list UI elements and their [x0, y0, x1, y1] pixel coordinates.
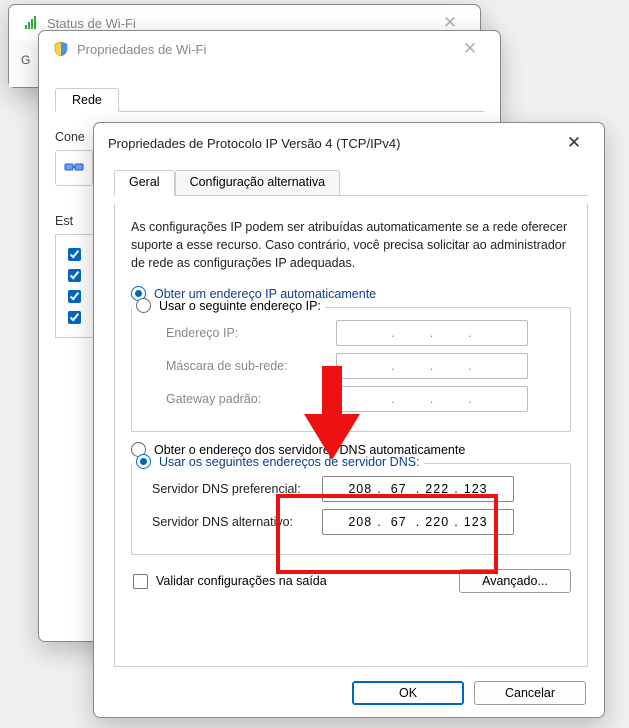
- close-button[interactable]: ✕: [554, 125, 594, 161]
- tabs: Rede: [55, 85, 484, 112]
- tab-alternate-config[interactable]: Configuração alternativa: [175, 170, 341, 196]
- cancel-button[interactable]: Cancelar: [474, 681, 586, 705]
- dns-alternate-row: Servidor DNS alternativo: 208. 67. 220. …: [152, 509, 558, 535]
- ip-address-row: Endereço IP: ...: [166, 320, 558, 346]
- gateway-row: Gateway padrão: ...: [166, 386, 558, 412]
- dns-manual-group: Usar os seguintes endereços de servidor …: [131, 463, 571, 555]
- radio-ip-manual[interactable]: [136, 298, 151, 313]
- tab-network[interactable]: Rede: [55, 88, 119, 112]
- tabs: Geral Configuração alternativa: [114, 169, 588, 196]
- description-text: As configurações IP podem ser atribuídas…: [131, 218, 571, 272]
- subnet-mask-row: Máscara de sub-rede: ...: [166, 353, 558, 379]
- body: Geral Configuração alternativa As config…: [94, 163, 604, 717]
- radio-dns-manual-label[interactable]: Usar os seguintes endereços de servidor …: [159, 455, 420, 469]
- bottom-row: Validar configurações na saída Avançado.…: [131, 569, 571, 593]
- close-button[interactable]: ✕: [450, 31, 490, 67]
- tab-panel-general: As configurações IP podem ser atribuídas…: [114, 204, 588, 667]
- titlebar: Propriedades de Wi-Fi ✕: [39, 31, 500, 67]
- ip-address-label: Endereço IP:: [166, 326, 336, 340]
- dns-alternate-input[interactable]: 208. 67. 220. 123: [322, 509, 514, 535]
- dns-preferred-label: Servidor DNS preferencial:: [152, 482, 322, 496]
- validate-label[interactable]: Validar configurações na saída: [156, 574, 327, 588]
- dns-alternate-label: Servidor DNS alternativo:: [152, 515, 322, 529]
- validate-checkbox[interactable]: [133, 574, 148, 589]
- subnet-mask-input: ...: [336, 353, 528, 379]
- ip-address-input: ...: [336, 320, 528, 346]
- ok-button[interactable]: OK: [352, 681, 464, 705]
- advanced-button[interactable]: Avançado...: [459, 569, 571, 593]
- dns-preferred-input[interactable]: 208. 67. 222. 123: [322, 476, 514, 502]
- radio-ip-manual-label[interactable]: Usar o seguinte endereço IP:: [159, 299, 321, 313]
- window-title: Status de Wi-Fi: [47, 16, 430, 31]
- adapter-icon: [55, 150, 93, 186]
- dialog-title: Propriedades de Protocolo IP Versão 4 (T…: [108, 136, 554, 151]
- ipv4-properties-dialog: Propriedades de Protocolo IP Versão 4 (T…: [93, 122, 605, 718]
- shield-icon: [53, 41, 69, 57]
- window-title: Propriedades de Wi-Fi: [77, 42, 450, 57]
- dns-preferred-row: Servidor DNS preferencial: 208. 67. 222.…: [152, 476, 558, 502]
- tab-general[interactable]: Geral: [114, 170, 175, 196]
- subnet-mask-label: Máscara de sub-rede:: [166, 359, 336, 373]
- radio-dns-manual[interactable]: [136, 454, 151, 469]
- wifi-icon: [23, 15, 39, 31]
- gateway-input: ...: [336, 386, 528, 412]
- ip-manual-group: Usar o seguinte endereço IP: Endereço IP…: [131, 307, 571, 432]
- dialog-actions: OK Cancelar: [114, 681, 588, 705]
- titlebar: Propriedades de Protocolo IP Versão 4 (T…: [94, 123, 604, 163]
- gateway-label: Gateway padrão:: [166, 392, 336, 406]
